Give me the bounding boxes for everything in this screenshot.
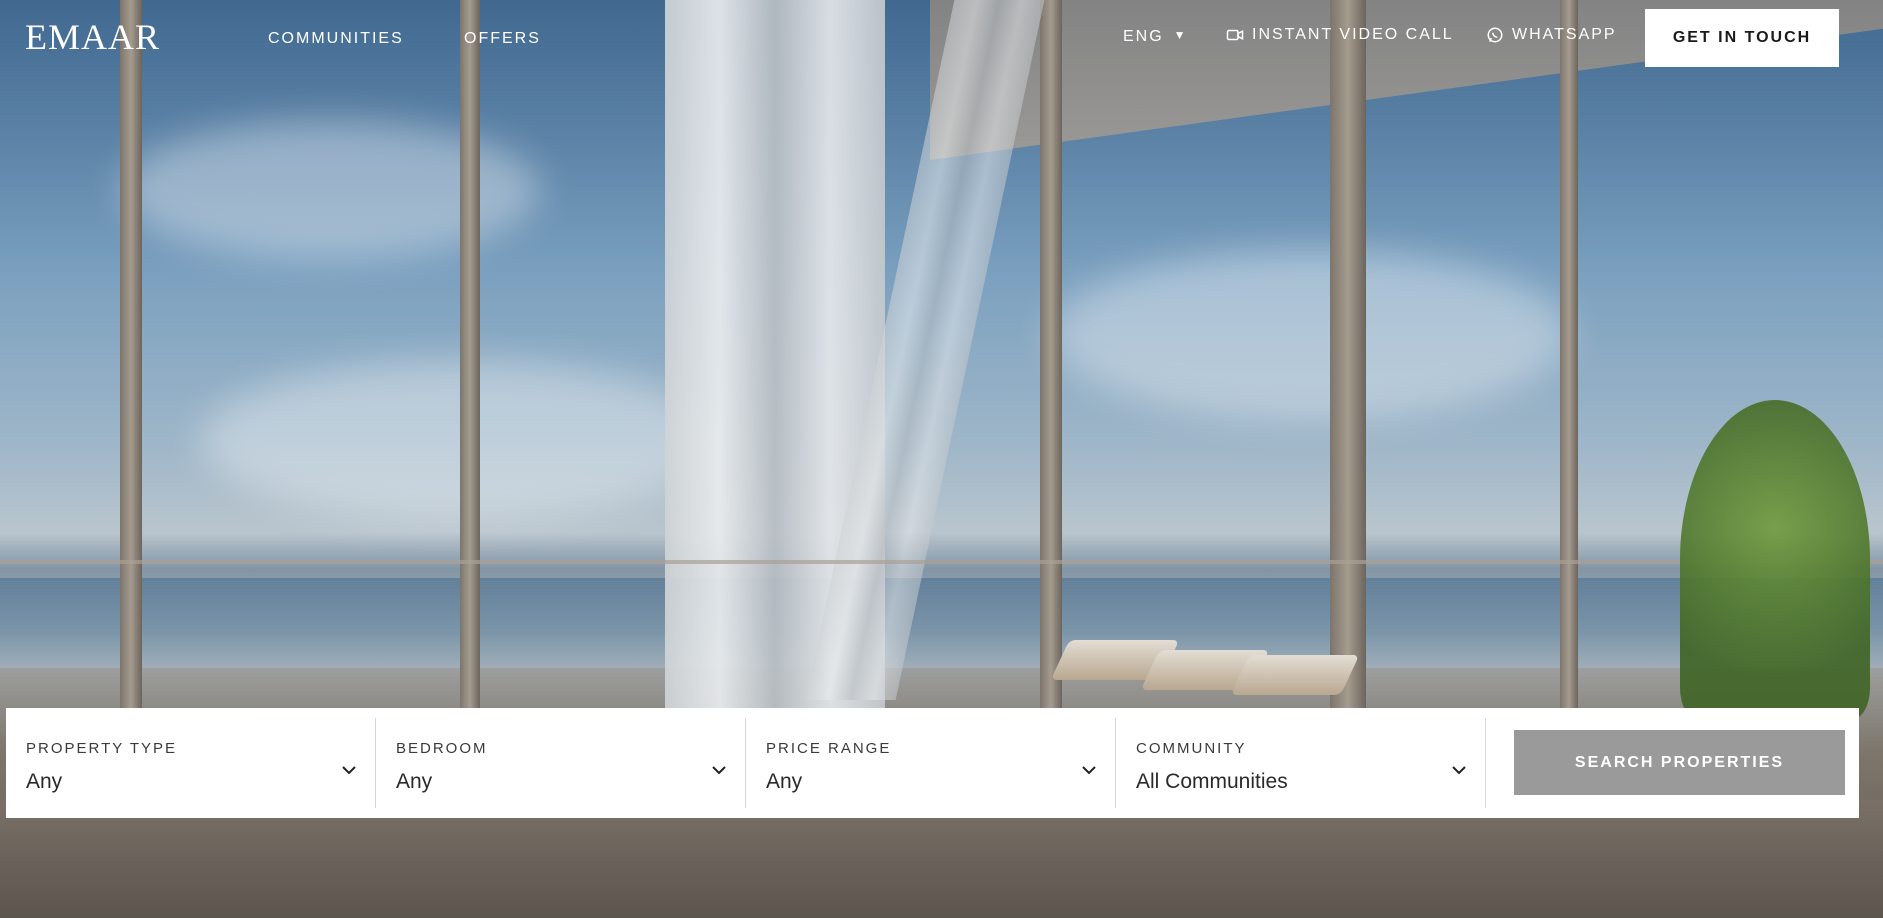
chevron-down-icon (712, 766, 726, 775)
emaar-logo[interactable]: EMAAR (25, 16, 160, 58)
whatsapp-link[interactable]: WHATSAPP (1486, 26, 1617, 44)
bedroom-select[interactable]: BEDROOM Any (376, 718, 746, 808)
hero-background: EMAAR COMMUNITIES OFFERS ENG ▼ INSTANT VI… (0, 0, 1883, 918)
whatsapp-icon (1487, 27, 1503, 43)
video-camera-icon (1226, 29, 1244, 41)
bedroom-label: BEDROOM (396, 740, 488, 757)
balcony-rail-decor (0, 560, 1883, 564)
whatsapp-label: WHATSAPP (1512, 26, 1617, 43)
chevron-down-icon (342, 766, 356, 775)
caret-down-icon: ▼ (1173, 28, 1188, 42)
price-range-select[interactable]: PRICE RANGE Any (746, 718, 1116, 808)
property-type-value: Any (26, 770, 63, 793)
nav-offers[interactable]: OFFERS (464, 30, 541, 48)
sea-decor (0, 578, 1883, 668)
price-range-label: PRICE RANGE (766, 740, 892, 757)
language-selector[interactable]: ENG ▼ (1123, 28, 1188, 46)
lounger-decor (1230, 655, 1360, 695)
language-label: ENG (1123, 28, 1164, 45)
price-range-value: Any (766, 770, 803, 793)
chevron-down-icon (1452, 766, 1466, 775)
property-search-bar: PROPERTY TYPE Any BEDROOM Any PRICE RANG… (6, 708, 1859, 818)
bedroom-value: Any (396, 770, 433, 793)
community-value: All Communities (1136, 770, 1288, 793)
nav-communities[interactable]: COMMUNITIES (268, 30, 404, 48)
instant-video-call-link[interactable]: INSTANT VIDEO CALL (1226, 26, 1454, 44)
get-in-touch-button[interactable]: GET IN TOUCH (1645, 9, 1839, 67)
site-header: EMAAR COMMUNITIES OFFERS ENG ▼ INSTANT VI… (0, 0, 1883, 80)
video-call-label: INSTANT VIDEO CALL (1252, 26, 1454, 43)
cloud-decor (1050, 250, 1570, 420)
chevron-down-icon (1082, 766, 1096, 775)
plant-decor (1680, 400, 1870, 720)
community-select[interactable]: COMMUNITY All Communities (1116, 718, 1486, 808)
property-type-select[interactable]: PROPERTY TYPE Any (6, 718, 376, 808)
property-type-label: PROPERTY TYPE (26, 740, 178, 757)
search-properties-button[interactable]: SEARCH PROPERTIES (1514, 730, 1845, 795)
community-label: COMMUNITY (1136, 740, 1247, 757)
